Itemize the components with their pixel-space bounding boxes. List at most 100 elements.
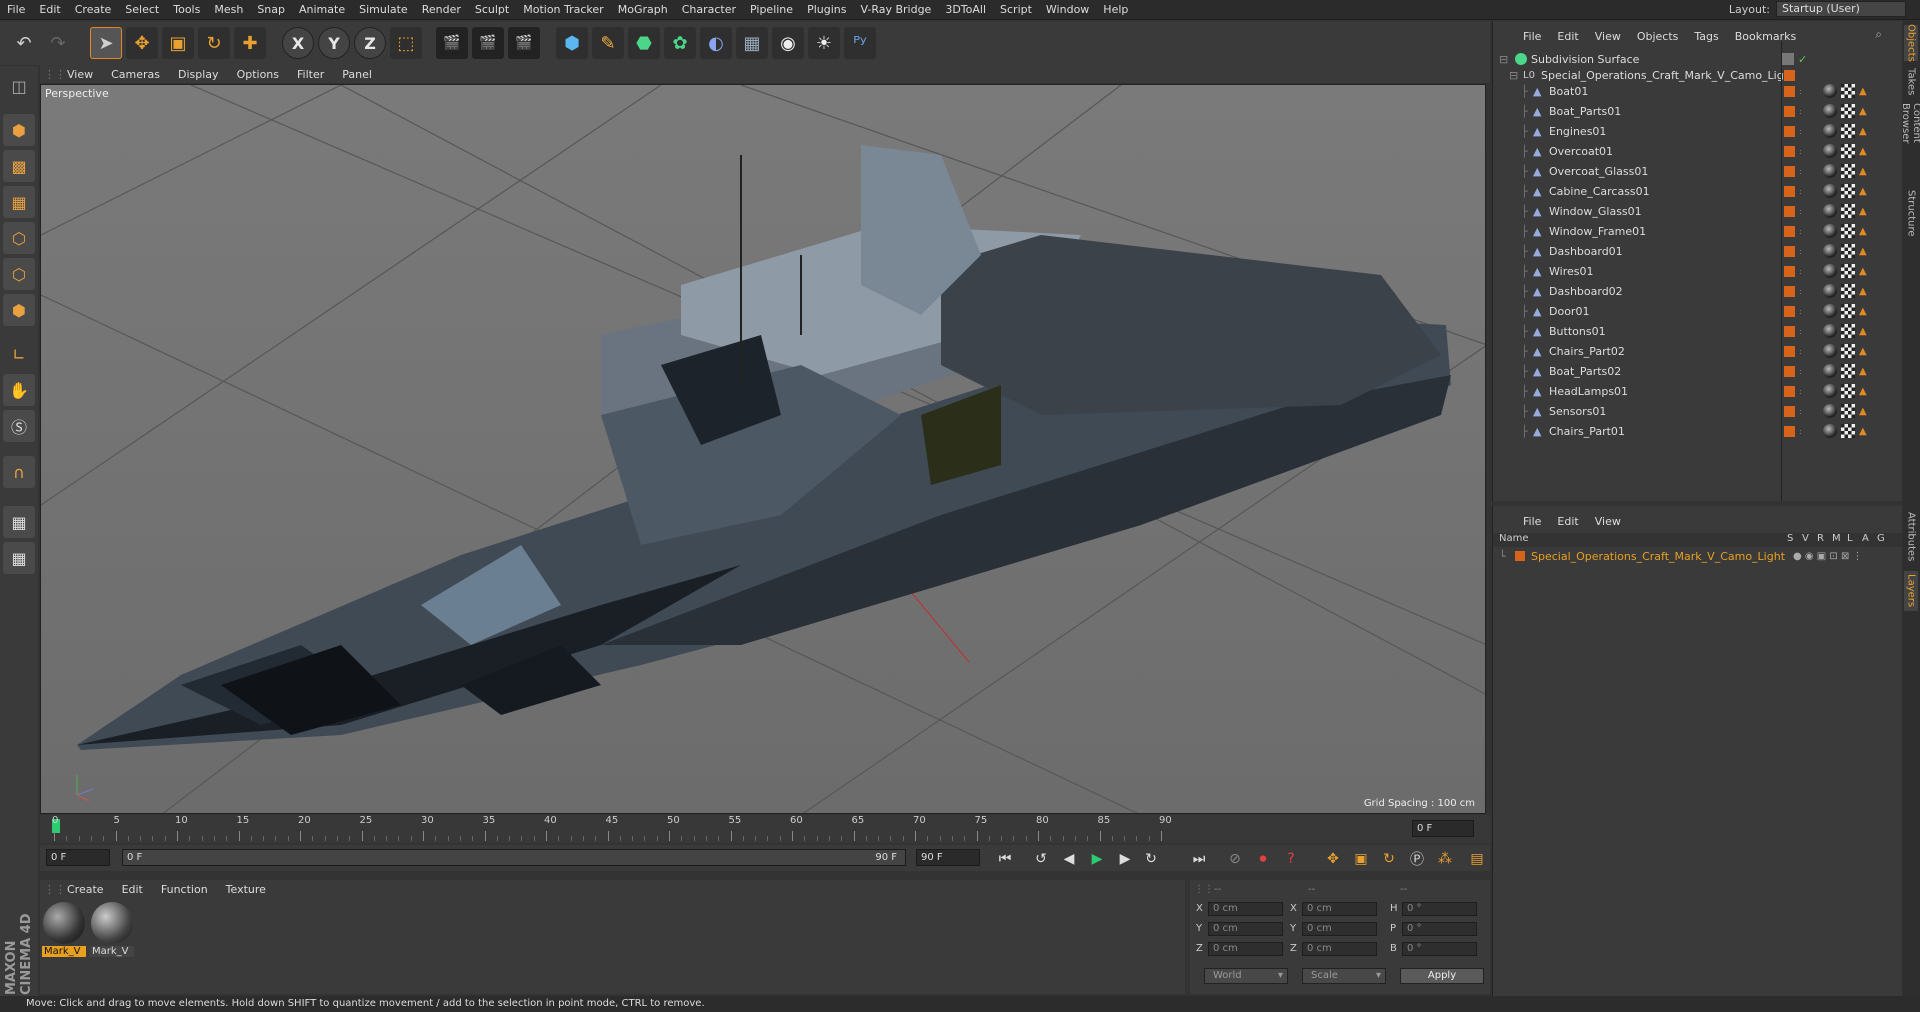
- transform-mode-dropdown[interactable]: Scale ▾: [1302, 968, 1386, 984]
- auto-key-icon[interactable]: ⏺: [1252, 849, 1274, 869]
- menu-character[interactable]: Character: [675, 3, 743, 16]
- frame-range-slider[interactable]: 0 F 90 F: [122, 849, 906, 866]
- rotation-field[interactable]: 0 °: [1402, 902, 1477, 916]
- texture-tag-icon[interactable]: [1823, 144, 1837, 158]
- magnet-icon[interactable]: ∩: [3, 456, 35, 488]
- scale-icon[interactable]: ▣: [162, 27, 194, 59]
- object-row[interactable]: ├ ▲ HeadLamps01: ▲: [1493, 381, 1903, 401]
- object-row[interactable]: ├ ▲ Window_Glass01: ▲: [1493, 201, 1903, 221]
- go-to-end-icon[interactable]: ⏭: [1188, 849, 1210, 869]
- menu-mesh[interactable]: Mesh: [207, 3, 250, 16]
- uvw-tag-icon[interactable]: [1841, 304, 1855, 318]
- next-key-icon[interactable]: ↻: [1140, 849, 1162, 869]
- object-menu-tags[interactable]: Tags: [1686, 30, 1726, 43]
- menu-simulate[interactable]: Simulate: [352, 3, 415, 16]
- texture-tag-icon[interactable]: [1823, 364, 1837, 378]
- menu-help[interactable]: Help: [1096, 3, 1135, 16]
- object-row[interactable]: ├ ▲ Dashboard02: ▲: [1493, 281, 1903, 301]
- object-row[interactable]: ├ ▲ Overcoat01: ▲: [1493, 141, 1903, 161]
- uvw-tag-icon[interactable]: [1841, 264, 1855, 278]
- menu-v-ray-bridge[interactable]: V-Ray Bridge: [853, 3, 938, 16]
- uvw-tag-icon[interactable]: [1841, 204, 1855, 218]
- position-field[interactable]: 0 cm: [1208, 922, 1283, 936]
- menu-plugins[interactable]: Plugins: [800, 3, 853, 16]
- visibility-dots-icon[interactable]: :: [1799, 187, 1802, 196]
- visibility-dots-icon[interactable]: :: [1799, 207, 1802, 216]
- scale-key-icon[interactable]: ▣: [1350, 849, 1372, 869]
- z-axis-icon[interactable]: Z: [354, 27, 386, 59]
- texture-tag-icon[interactable]: [1823, 304, 1837, 318]
- object-row[interactable]: ├ ▲ Boat_Parts01: ▲: [1493, 101, 1903, 121]
- position-field[interactable]: 0 cm: [1208, 942, 1283, 956]
- visibility-dots-icon[interactable]: :: [1799, 427, 1802, 436]
- record-disabled-icon[interactable]: ⊘: [1224, 849, 1246, 869]
- layer-col-m[interactable]: M: [1832, 533, 1841, 544]
- viewport-menu-view[interactable]: View: [58, 68, 102, 81]
- render-picture-queue-icon[interactable]: 🎬: [472, 27, 504, 59]
- texture-tag-icon[interactable]: [1823, 184, 1837, 198]
- floor-icon[interactable]: ▦: [736, 27, 768, 59]
- edges-mode-icon[interactable]: ⬡: [3, 258, 35, 290]
- timeline-ruler[interactable]: 0 5 10 15 20 25 30 35 40 45 50 55 60 65 70 75 80 85 90 0 F: [40, 815, 1490, 843]
- uvw-tag-icon[interactable]: [1841, 324, 1855, 338]
- uvw-tag-icon[interactable]: [1841, 184, 1855, 198]
- selection-tag-icon[interactable]: ▲: [1859, 366, 1867, 377]
- viewport-menu-panel[interactable]: Panel: [333, 68, 381, 81]
- layer-color-tag[interactable]: [1784, 365, 1795, 377]
- layer-color-tag[interactable]: [1784, 225, 1795, 237]
- menu-edit[interactable]: Edit: [32, 3, 67, 16]
- layer-col-v[interactable]: V: [1802, 533, 1809, 544]
- size-field[interactable]: 0 cm: [1302, 902, 1377, 916]
- current-frame-field[interactable]: 0 F: [1412, 820, 1474, 837]
- rotation-field[interactable]: 0 °: [1402, 942, 1477, 956]
- x-axis-icon[interactable]: X: [282, 27, 314, 59]
- uvw-tag-icon[interactable]: [1841, 284, 1855, 298]
- visibility-dots-icon[interactable]: :: [1799, 127, 1802, 136]
- play-icon[interactable]: ▶: [1086, 849, 1108, 869]
- rotation-field[interactable]: 0 °: [1402, 922, 1477, 936]
- pla-key-icon[interactable]: ⁂: [1434, 849, 1456, 869]
- menu-sculpt[interactable]: Sculpt: [468, 3, 516, 16]
- layer-menu-file[interactable]: File: [1515, 515, 1549, 528]
- layer-color-tag[interactable]: [1784, 85, 1795, 97]
- side-tab-layers[interactable]: Layers: [1904, 571, 1918, 611]
- layer-color-tag[interactable]: [1784, 325, 1795, 337]
- enabled-check-icon[interactable]: ✓: [1798, 53, 1807, 66]
- cube-icon[interactable]: ⬢: [556, 27, 588, 59]
- redo-icon[interactable]: ↷: [42, 27, 74, 59]
- layer-color-tag[interactable]: [1784, 125, 1795, 137]
- layer-color-tag[interactable]: [1784, 245, 1795, 257]
- go-to-start-icon[interactable]: ⏮: [994, 849, 1016, 869]
- selection-tag-icon[interactable]: ▲: [1859, 166, 1867, 177]
- position-field[interactable]: 0 cm: [1208, 902, 1283, 916]
- selection-tag-icon[interactable]: ▲: [1859, 126, 1867, 137]
- visibility-dots-icon[interactable]: :: [1799, 287, 1802, 296]
- viewport-menu-display[interactable]: Display: [169, 68, 228, 81]
- material-item[interactable]: Mark_V: [90, 902, 134, 958]
- visibility-dots-icon[interactable]: :: [1799, 87, 1802, 96]
- size-field[interactable]: 0 cm: [1302, 922, 1377, 936]
- menu-script[interactable]: Script: [993, 3, 1039, 16]
- selection-tag-icon[interactable]: ▲: [1859, 406, 1867, 417]
- layer-color-tag[interactable]: [1784, 345, 1795, 357]
- selection-tag-icon[interactable]: ▲: [1859, 306, 1867, 317]
- selection-tag-icon[interactable]: ▲: [1859, 346, 1867, 357]
- pen-icon[interactable]: ✎: [592, 27, 624, 59]
- viewport-perspective[interactable]: Perspective Grid Spacing : 100 cm: [40, 84, 1486, 814]
- side-tab-takes[interactable]: Takes: [1904, 67, 1918, 97]
- material-menu-edit[interactable]: Edit: [113, 883, 152, 896]
- uvw-tag-icon[interactable]: [1841, 124, 1855, 138]
- visibility-dots-icon[interactable]: :: [1799, 347, 1802, 356]
- previous-frame-icon[interactable]: ◀: [1058, 849, 1080, 869]
- layer-color-tag[interactable]: [1784, 425, 1795, 437]
- viewport-menu-cameras[interactable]: Cameras: [102, 68, 169, 81]
- model-mode-icon[interactable]: ⬢: [3, 114, 35, 146]
- texture-tag-icon[interactable]: [1823, 324, 1837, 338]
- visibility-dots-icon[interactable]: :: [1799, 107, 1802, 116]
- uvw-tag-icon[interactable]: [1841, 344, 1855, 358]
- end-frame-field[interactable]: 90 F: [916, 849, 980, 866]
- uvw-tag-icon[interactable]: [1841, 164, 1855, 178]
- visibility-dots-icon[interactable]: :: [1799, 247, 1802, 256]
- texture-tag-icon[interactable]: [1823, 124, 1837, 138]
- param-key-icon[interactable]: Ⓟ: [1406, 849, 1428, 869]
